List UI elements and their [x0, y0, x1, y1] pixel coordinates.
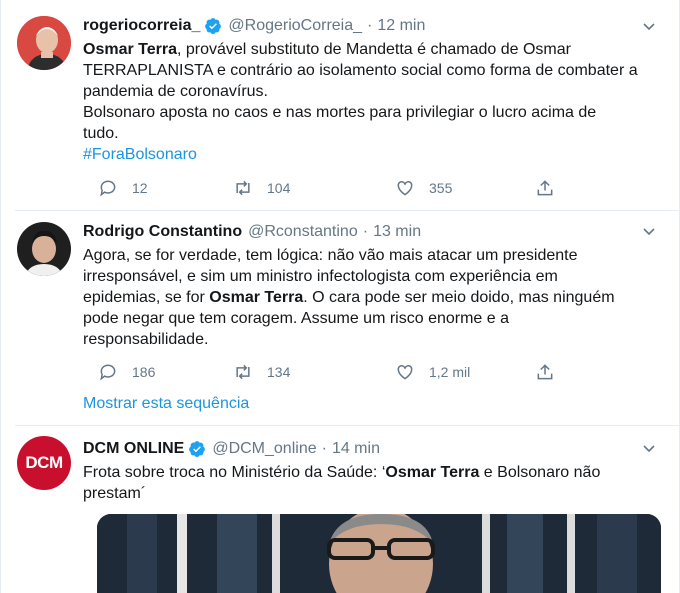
tweet-header: rogeriocorreia_ @RogerioCorreia_ · 12 mi…: [83, 15, 425, 37]
tweet-header: DCM ONLINE @DCM_online · 14 min: [83, 438, 380, 460]
share-icon: [537, 364, 553, 380]
like-count: 1,2 mil: [429, 364, 471, 380]
user-handle[interactable]: @Rconstantino: [248, 221, 358, 243]
divider: [15, 425, 680, 426]
display-name[interactable]: Rodrigo Constantino: [83, 221, 242, 243]
reply-button[interactable]: 186: [98, 361, 155, 383]
chevron-down-icon[interactable]: [641, 18, 657, 34]
chevron-down-icon[interactable]: [641, 223, 657, 239]
chevron-down-icon[interactable]: [641, 440, 657, 456]
user-handle[interactable]: @RogerioCorreia_: [228, 15, 362, 37]
like-button[interactable]: 1,2 mil: [395, 361, 470, 383]
text-line: pode negar que tem coragem. Assume um ri…: [83, 310, 509, 327]
verified-badge-icon: [205, 18, 222, 34]
text-line: , provável substituto de Mandetta é cham…: [176, 41, 571, 58]
separator-dot: ·: [362, 223, 369, 240]
share-button[interactable]: [535, 177, 569, 199]
timeline: rogeriocorreia_ @RogerioCorreia_ · 12 mi…: [0, 0, 680, 593]
mention-bold: Osmar Terra: [385, 464, 480, 481]
verified-badge-icon: [189, 441, 206, 457]
retweet-button[interactable]: 134: [233, 361, 290, 383]
like-icon: [397, 180, 413, 196]
text-line: epidemias, se for: [83, 289, 210, 306]
retweet-button[interactable]: 104: [233, 177, 290, 199]
display-name[interactable]: rogeriocorreia_: [83, 15, 200, 37]
reply-button[interactable]: 12: [98, 177, 148, 199]
tweet-text: Osmar Terra, provável substituto de Mand…: [83, 39, 653, 165]
text-line: Bolsonaro aposta no caos e nas mortes pa…: [83, 104, 597, 121]
reply-icon: [100, 364, 116, 381]
share-button[interactable]: [535, 361, 569, 383]
retweet-count: 134: [267, 364, 291, 380]
like-icon: [397, 364, 413, 380]
separator-dot: ·: [367, 17, 373, 34]
avatar-dcm-online[interactable]: DCM: [17, 436, 71, 490]
text-line: responsabilidade.: [83, 331, 209, 348]
show-thread-link[interactable]: Mostrar esta sequência: [83, 395, 249, 413]
like-button[interactable]: 355: [395, 177, 452, 199]
hashtag-link[interactable]: #ForaBolsonaro: [83, 144, 653, 165]
text-line: prestam´: [83, 485, 147, 502]
text-line: e Bolsonaro não: [479, 464, 601, 481]
divider: [15, 210, 680, 211]
text-line: Frota sobre troca no Ministério da Saúde…: [83, 464, 386, 481]
avatar-rogeriocorreia[interactable]: [17, 16, 71, 70]
retweet-icon: [236, 364, 250, 380]
tweet-text: Agora, se for verdade, tem lógica: não v…: [83, 245, 653, 350]
mention-bold: Osmar Terra: [83, 41, 177, 58]
avatar-rodrigo-constantino[interactable]: [17, 222, 71, 276]
timestamp[interactable]: 12 min: [377, 15, 425, 37]
retweet-count: 104: [267, 180, 291, 196]
text-line: . O cara pode ser meio doido, mas ningué…: [303, 289, 615, 306]
text-line: tudo.: [83, 125, 119, 142]
tweet-header: Rodrigo Constantino @Rconstantino · 13 m…: [83, 221, 421, 243]
text-line: TERRAPLANISTA e contrário ao isolamento …: [83, 62, 638, 79]
reply-count: 12: [132, 180, 148, 196]
tweet-text: Frota sobre troca no Ministério da Saúde…: [83, 462, 653, 504]
tweet-actions: 12 104 355: [83, 177, 563, 199]
user-handle[interactable]: @DCM_online: [212, 438, 316, 460]
timestamp[interactable]: 14 min: [332, 438, 380, 460]
mention-bold: Osmar Terra: [209, 289, 304, 306]
text-line: pandemia de coronavírus.: [83, 83, 268, 100]
like-count: 355: [429, 180, 453, 196]
separator-dot: ·: [321, 440, 327, 457]
dcm-logo-text: DCM: [25, 453, 63, 472]
tweet-media-image[interactable]: [97, 514, 661, 593]
reply-icon: [100, 180, 116, 197]
reply-count: 186: [132, 364, 156, 380]
text-line: Agora, se for verdade, tem lógica: não v…: [83, 247, 578, 264]
timestamp[interactable]: 13 min: [373, 221, 421, 243]
retweet-icon: [236, 180, 250, 196]
text-line: irresponsável, e sim um ministro infecto…: [83, 268, 558, 285]
share-icon: [537, 180, 553, 196]
display-name[interactable]: DCM ONLINE: [83, 438, 184, 460]
tweet-actions: 186 134 1,2 mil: [83, 361, 563, 383]
